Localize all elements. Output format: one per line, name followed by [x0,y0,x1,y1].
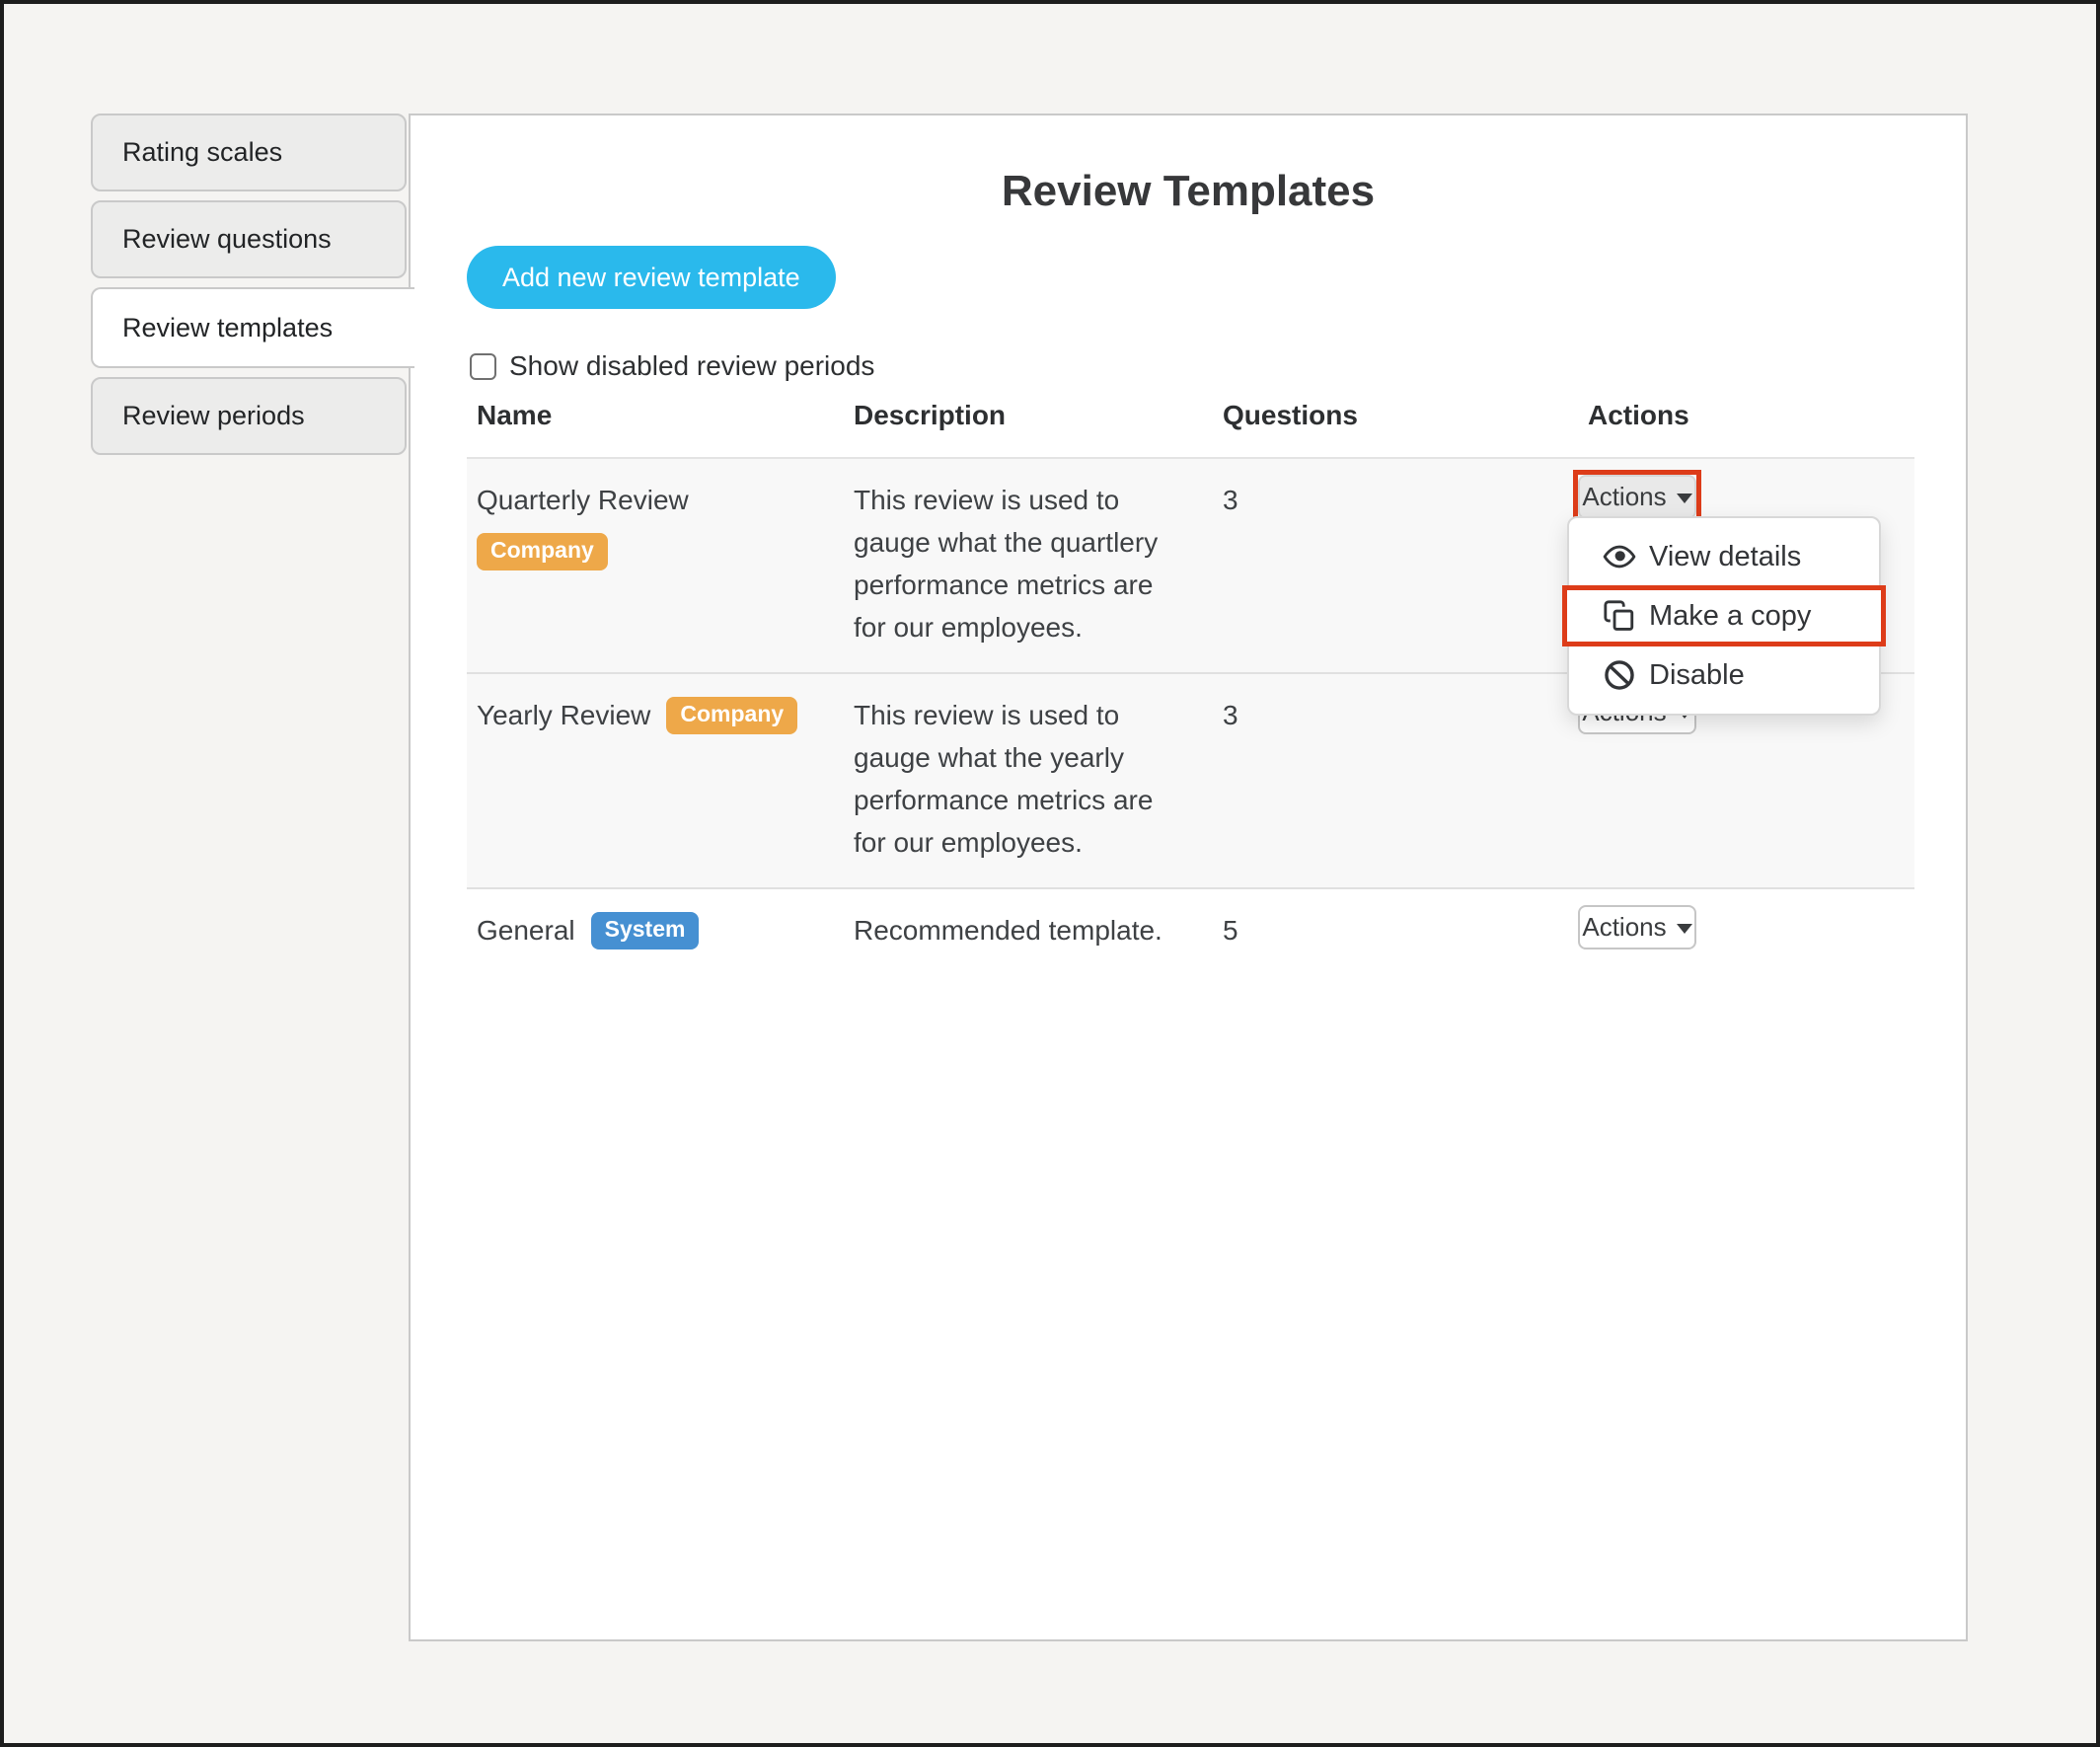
actions-dropdown-button[interactable]: Actions [1578,475,1696,519]
show-disabled-row: Show disabled review periods [470,350,874,382]
chevron-down-icon [1677,924,1692,934]
template-name: Yearly Review [477,694,650,736]
description-line: gauge what the yearly [854,736,1213,779]
menu-item-view-details[interactable]: View details [1569,530,1879,583]
tab-review-questions[interactable]: Review questions [91,200,407,278]
questions-cell: 5 [1213,889,1578,975]
column-header-questions: Questions [1213,400,1578,431]
actions-dropdown-menu: View details Make a copy Disable [1567,516,1881,716]
description-line: performance metrics are [854,564,1213,606]
description-cell: Recommended template. [844,889,1213,975]
name-cell: General System [467,889,844,975]
actions-cell: Actions [1578,889,1914,975]
name-cell: Yearly Review Company [467,674,844,887]
description-line: gauge what the quartlery [854,521,1213,564]
menu-item-label: Make a copy [1649,600,1811,633]
tab-rating-scales[interactable]: Rating scales [91,114,407,191]
description-line: This review is used to [854,694,1213,736]
company-badge: Company [477,533,608,570]
tab-review-templates[interactable]: Review templates [91,287,414,368]
company-badge: Company [666,697,797,734]
column-header-actions: Actions [1578,400,1914,431]
copy-icon [1603,599,1636,633]
actions-dropdown-button[interactable]: Actions [1578,905,1696,949]
tab-label: Review templates [122,313,333,343]
description-line: performance metrics are [854,779,1213,821]
review-templates-panel: Review Templates Add new review template… [409,114,1968,1641]
actions-button-label: Actions [1582,482,1666,512]
actions-button-label: Actions [1582,912,1666,943]
menu-item-label: View details [1649,541,1801,573]
add-new-review-template-button[interactable]: Add new review template [467,246,836,309]
tab-label: Review questions [122,224,332,255]
settings-tab-list: Rating scales Review questions Review te… [91,114,414,464]
column-header-description: Description [844,400,1213,431]
tab-review-periods[interactable]: Review periods [91,377,407,455]
show-disabled-checkbox[interactable] [470,353,496,380]
menu-item-disable[interactable]: Disable [1569,648,1879,702]
description-line: This review is used to [854,479,1213,521]
description-line: Recommended template. [854,909,1213,951]
tab-label: Review periods [122,401,305,431]
name-cell: Quarterly Review Company [467,459,844,672]
template-name: General [477,909,575,951]
menu-item-make-a-copy[interactable]: Make a copy [1562,585,1886,646]
page-title: Review Templates [411,167,1966,216]
questions-cell: 3 [1213,674,1578,887]
tab-label: Rating scales [122,137,282,168]
eye-icon [1603,540,1636,573]
ban-icon [1603,658,1636,692]
description-cell: This review is used to gauge what the ye… [844,674,1213,887]
system-badge: System [591,912,700,949]
table-header-row: Name Description Questions Actions [467,384,1914,459]
table-row-general: General System Recommended template. 5 A… [467,889,1914,975]
description-line: for our employees. [854,821,1213,864]
template-name: Quarterly Review [477,479,844,521]
description-line: for our employees. [854,606,1213,648]
chevron-down-icon [1677,494,1692,503]
description-cell: This review is used to gauge what the qu… [844,459,1213,672]
questions-cell: 3 [1213,459,1578,672]
menu-item-label: Disable [1649,659,1745,692]
column-header-name: Name [467,400,844,431]
show-disabled-label: Show disabled review periods [509,350,874,382]
